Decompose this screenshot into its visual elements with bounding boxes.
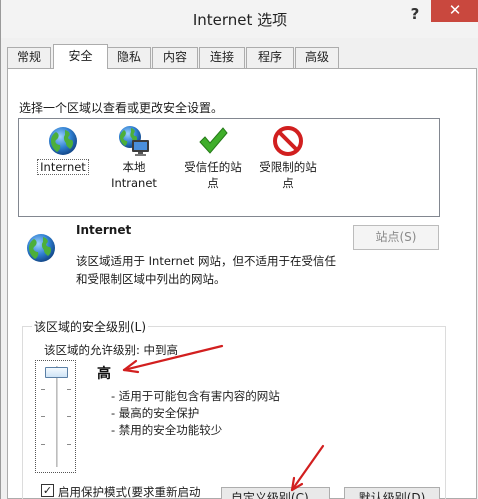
zone-restricted-sites[interactable]: 受限制的站 点 (251, 123, 325, 191)
protected-mode-checkbox[interactable]: ✓ (41, 484, 54, 497)
help-button[interactable]: ? (405, 4, 425, 24)
tab-content[interactable]: 内容 (152, 47, 198, 68)
level-bullet-2: - 最高的安全保护 (111, 406, 200, 420)
zone-local-intranet-label-line1: 本地 (122, 160, 146, 174)
slider-tick (67, 444, 71, 445)
current-level-title: 高 (97, 366, 111, 382)
tab-general[interactable]: 常规 (7, 47, 51, 68)
zone-local-intranet[interactable]: 本地 Intranet (99, 123, 169, 191)
slider-tick (67, 416, 71, 417)
selected-zone-globe-icon (27, 234, 55, 262)
zone-trusted-sites-label-line2: 点 (207, 176, 219, 190)
tab-strip: 常规 安全 隐私 内容 连接 程序 高级 (7, 44, 477, 69)
slider-thumb[interactable] (45, 367, 68, 378)
zone-internet[interactable]: Internet (33, 123, 93, 175)
slider-tick (41, 444, 45, 445)
default-level-button[interactable]: 默认级别(D) (344, 487, 440, 499)
zone-internet-label: Internet (37, 159, 89, 175)
level-bullet-1: - 适用于可能包含有害内容的网站 (111, 389, 280, 403)
level-bullet-3: - 禁用的安全功能较少 (111, 423, 223, 437)
slider-tick (41, 389, 45, 390)
tab-connections[interactable]: 连接 (199, 47, 245, 68)
zone-local-intranet-label-line2: Intranet (111, 176, 157, 190)
selected-zone-name: Internet (76, 223, 132, 237)
tab-security[interactable]: 安全 (53, 44, 108, 69)
security-level-group-title: 该区域的安全级别(L) (32, 318, 149, 335)
intranet-icon (119, 126, 149, 156)
zone-list: Internet 本地 Intranet 受信任的站 点 受限制的站 点 (18, 118, 440, 217)
title-bar: Internet 选项 ? ✕ (1, 0, 478, 38)
zone-trusted-sites-label-line1: 受信任的站 (184, 160, 242, 174)
zone-instruction: 选择一个区域以查看或更改安全设置。 (19, 101, 224, 115)
selected-zone-description-line2: 和受限制区域中列出的网站。 (76, 272, 226, 286)
sites-button[interactable]: 站点(S) (353, 225, 439, 250)
tab-privacy[interactable]: 隐私 (107, 47, 151, 68)
allowed-levels-text: 该区域的允许级别: 中到高 (44, 343, 179, 357)
selected-zone-description-line1: 该区域适用于 Internet 网站，但不适用于在受信任 (76, 254, 336, 268)
zone-restricted-sites-label-line1: 受限制的站 (259, 160, 317, 174)
close-button[interactable]: ✕ (431, 0, 478, 22)
slider-tick (41, 416, 45, 417)
tab-programs[interactable]: 程序 (246, 47, 294, 68)
tab-advanced[interactable]: 高级 (295, 47, 339, 68)
prohibited-icon (273, 126, 303, 156)
zone-restricted-sites-label-line2: 点 (282, 176, 294, 190)
custom-level-button[interactable]: 自定义级别(C)... (221, 487, 330, 499)
slider-tick (67, 389, 71, 390)
zone-trusted-sites[interactable]: 受信任的站 点 (177, 123, 249, 191)
checkmark-icon (199, 127, 228, 154)
slider-track (56, 366, 58, 467)
protected-mode-label: 启用保护模式(要求重新启动 (58, 485, 201, 499)
globe-icon (49, 127, 77, 155)
security-level-slider[interactable] (35, 360, 76, 473)
